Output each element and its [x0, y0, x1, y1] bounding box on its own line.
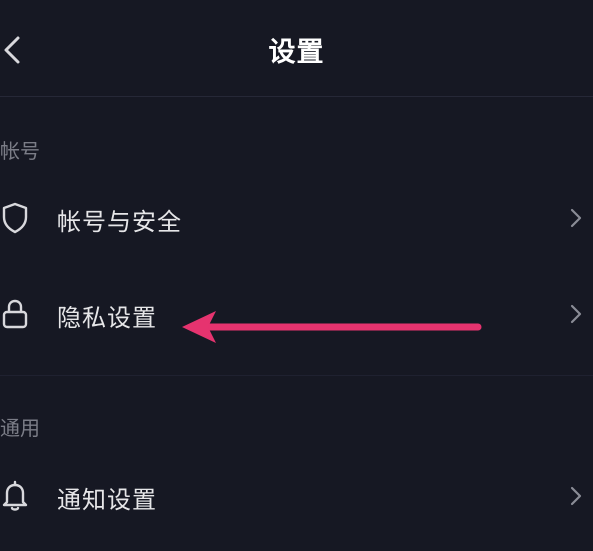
left-arrow-icon — [182, 311, 482, 343]
section-divider — [0, 375, 593, 376]
page-title: 设置 — [268, 37, 325, 68]
settings-item-label: 帐号与安全 — [57, 208, 182, 236]
section-label-account: 帐号 — [0, 139, 40, 163]
bell-icon — [2, 480, 28, 511]
chevron-right-icon — [570, 208, 582, 228]
settings-item-account-security[interactable]: 帐号与安全 — [0, 180, 593, 256]
lock-icon — [2, 299, 28, 329]
chevron-right-icon — [570, 486, 582, 506]
shield-icon — [2, 202, 28, 234]
settings-item-label: 隐私设置 — [57, 304, 157, 332]
settings-item-label: 通知设置 — [57, 486, 157, 514]
chevron-right-icon — [570, 304, 582, 324]
top-bar: 设置 — [0, 0, 593, 97]
settings-item-notifications[interactable]: 通知设置 — [0, 458, 593, 534]
section-label-general: 通用 — [0, 416, 40, 440]
